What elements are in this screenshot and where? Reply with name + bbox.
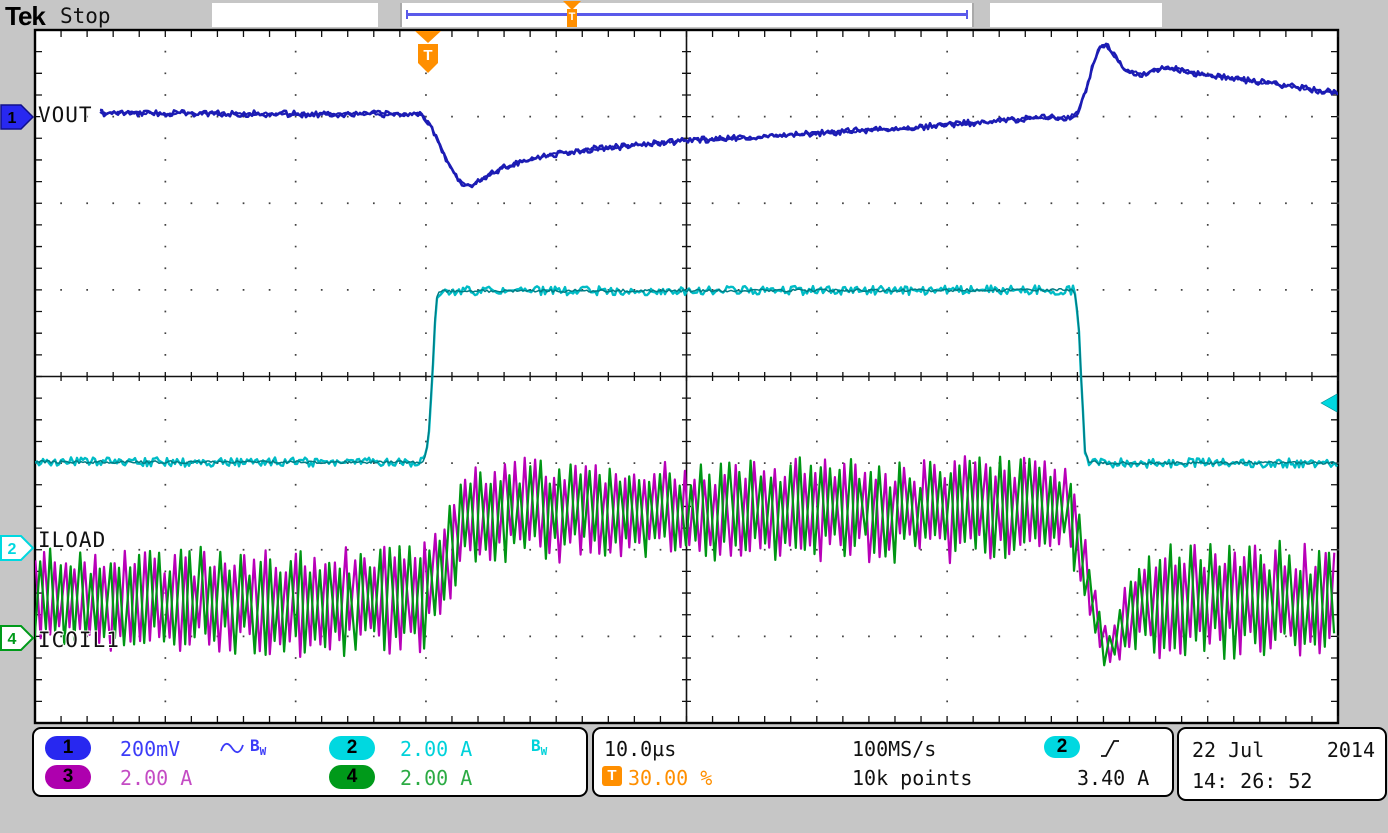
ch3-scale: 2.00 A <box>120 766 192 790</box>
trigger-position-indicator-topbar[interactable]: T <box>562 1 582 29</box>
ch2-scale: 2.00 A <box>400 737 472 761</box>
year-readout: 2014 <box>1327 738 1375 762</box>
rising-edge-icon <box>1099 737 1121 759</box>
ch2-position-marker[interactable]: 2 <box>1 536 33 560</box>
channel-readout-box: 1 200mV BW 2 2.00 A BW 3 2.00 A 4 2.00 A <box>32 727 588 797</box>
trigger-t-glyph: T <box>423 47 432 64</box>
time-readout: 14: 26: 52 <box>1192 769 1312 793</box>
trigger-source-badge[interactable]: 2 <box>1044 736 1080 758</box>
ch4-position-marker[interactable]: 4 <box>1 626 33 650</box>
ch4-scale: 2.00 A <box>400 766 472 790</box>
ch2-waveform-label: ILOAD <box>38 528 106 552</box>
ch1-badge[interactable]: 1 <box>45 736 91 760</box>
sample-rate-readout: 100MS/s <box>852 737 936 761</box>
ac-coupling-icon <box>219 740 245 756</box>
trigger-position-t-icon: T <box>602 766 622 786</box>
waveform-display: T 1 2 4 <box>0 0 1388 833</box>
ch3-badge[interactable]: 3 <box>45 765 91 789</box>
ch1-bandwidth-icon: BW <box>250 736 266 758</box>
oscilloscope-screen: { "header": { "brand": "Tek", "acq_statu… <box>0 0 1388 833</box>
horizontal-trigger-readout-box: 10.0µs 100MS/s 2 T 30.00 % 10k points 3.… <box>592 727 1174 797</box>
ch4-waveform-label: ICOIL1 <box>38 628 120 652</box>
ch1-marker-number: 1 <box>8 110 17 127</box>
trigger-position-readout: 30.00 % <box>628 766 712 790</box>
ch2-badge[interactable]: 2 <box>329 736 375 760</box>
timebase-readout: 10.0µs <box>604 737 676 761</box>
ch2-bandwidth-icon: BW <box>531 736 547 758</box>
ch1-waveform-label: VOUT <box>38 103 93 127</box>
ch1-scale: 200mV <box>120 737 180 761</box>
trigger-t-icon: T <box>567 9 577 27</box>
ch4-marker-number: 4 <box>8 631 17 648</box>
datetime-box: 22 Jul 2014 14: 26: 52 <box>1177 727 1387 801</box>
ch1-position-marker[interactable]: 1 <box>1 105 33 129</box>
record-length-readout: 10k points <box>852 766 972 790</box>
ch4-badge[interactable]: 4 <box>329 765 375 789</box>
date-readout: 22 Jul <box>1192 738 1264 762</box>
trigger-level-readout: 3.40 A <box>1077 766 1149 790</box>
ch2-marker-number: 2 <box>8 541 17 558</box>
